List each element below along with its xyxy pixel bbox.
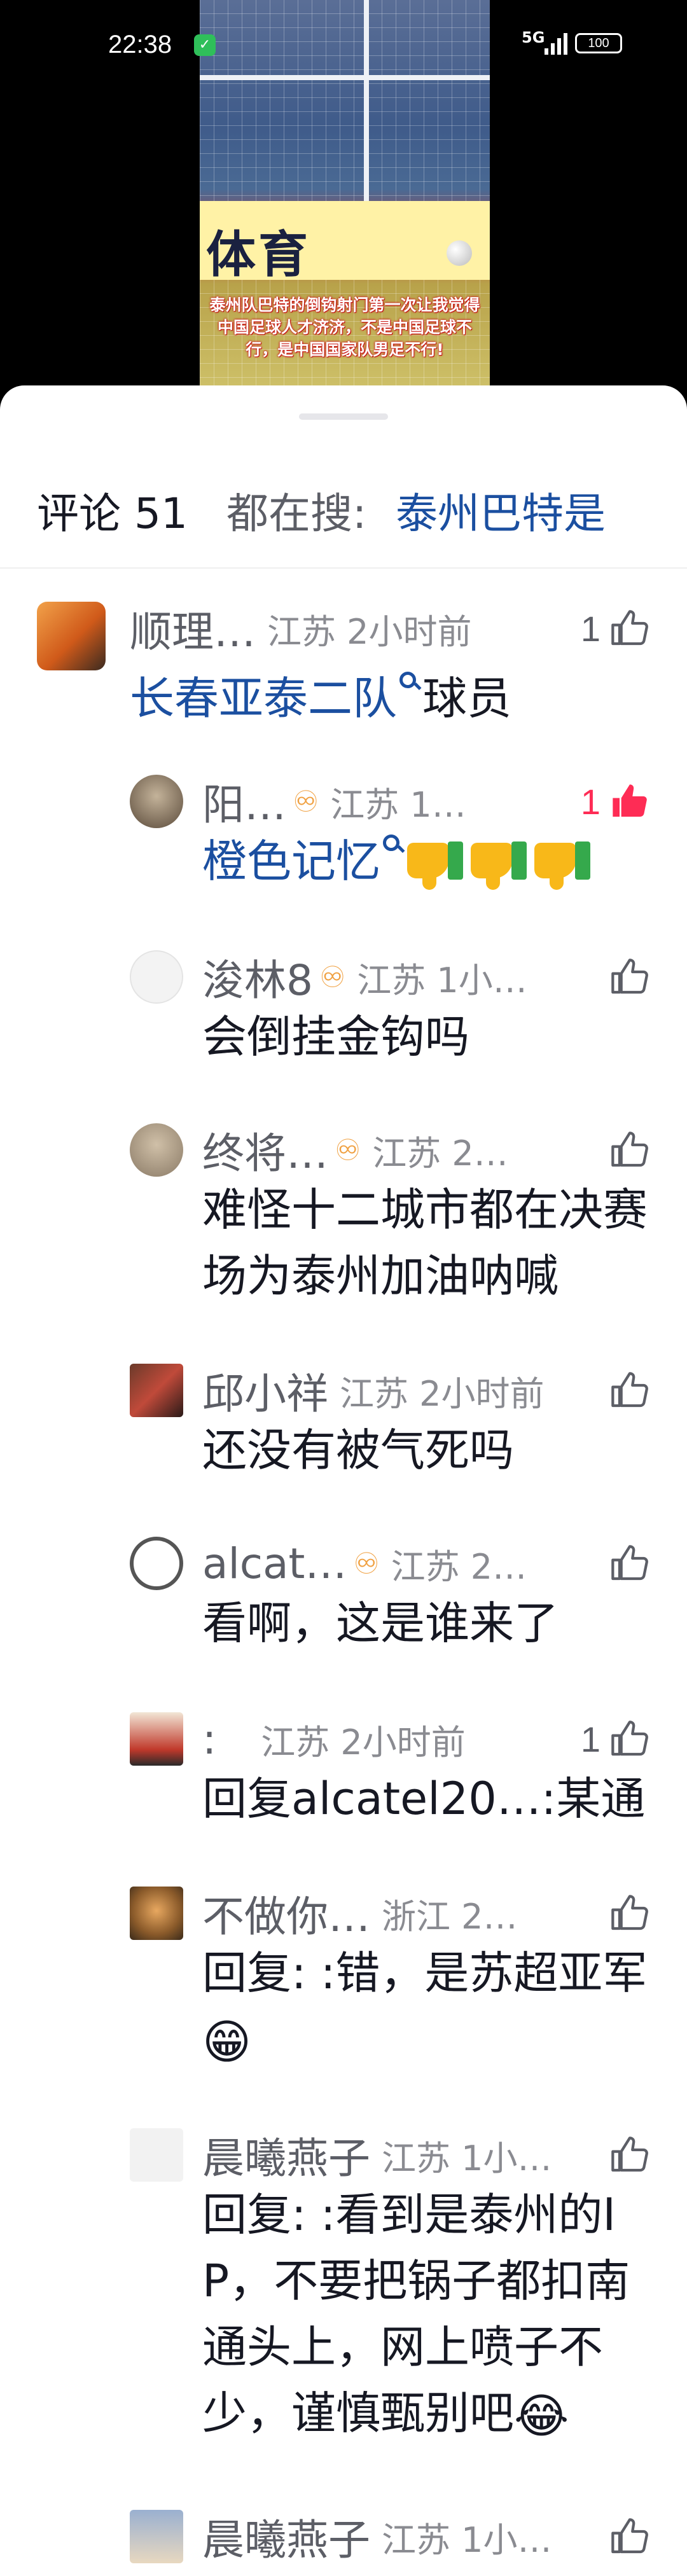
like-button[interactable]: 1: [581, 775, 650, 828]
comment-text: 会倒挂金钩吗: [202, 1011, 469, 1063]
avatar[interactable]: [130, 1537, 183, 1590]
like-count: 1: [580, 1719, 600, 1759]
comment-meta: 江苏 1小…: [382, 2138, 552, 2178]
avatar[interactable]: [130, 1364, 183, 1417]
signal-icon: [545, 33, 569, 55]
comment-username[interactable]: 终将…: [202, 1119, 328, 1181]
comment-search-link[interactable]: 橙色记忆: [202, 835, 380, 887]
avatar[interactable]: [130, 2128, 183, 2182]
comments-sheet: 评论 51 都在搜: 泰州巴特是 顺理… 江苏 2小时前 1 长春亚泰二队 球员 …: [0, 385, 687, 2576]
avatar[interactable]: [130, 775, 183, 828]
comment-text: 回复: :看到是泰州的IP，不要把锅子都扣南通头上，网上喷子不少，谨慎甄别吧😂: [202, 2189, 630, 2444]
comment-text: 橙色记忆: [202, 828, 597, 894]
thumbs-up-icon: [611, 610, 648, 646]
like-button[interactable]: [609, 1364, 650, 1417]
comment-username[interactable]: 阳…: [202, 771, 286, 832]
video-frame[interactable]: 体育 泰州队巴特的倒钩射门第一次让我觉得中国足球人才济济，不是中国足球不行，是中…: [200, 0, 490, 394]
comment-meta: 江苏 1…: [330, 784, 466, 825]
comment-username[interactable]: 晨曦燕子: [202, 2124, 370, 2185]
football: [447, 240, 472, 266]
comments-count-title: 评论 51: [37, 489, 188, 538]
divider: [0, 567, 687, 569]
comment-text: 看啊，这是谁来了: [202, 1597, 559, 1649]
comment-meta: 江苏 2小时前: [340, 1373, 545, 1414]
avatar[interactable]: [37, 602, 106, 670]
status-time: 22:38: [108, 31, 172, 59]
thumbs-up-icon: [611, 2136, 648, 2172]
fan-badge-icon: ♾: [319, 960, 346, 994]
fan-badge-icon: ♾: [353, 1546, 380, 1581]
comment-text: 难怪十二城市都在决赛场为泰州加油呐喊: [202, 1184, 648, 1302]
comment-meta: 江苏 1小…: [382, 2519, 552, 2560]
comment-username[interactable]: 浚林8: [202, 946, 313, 1008]
comment-username[interactable]: 顺理…: [130, 598, 256, 659]
comment-meta: 浙江 2…: [382, 1896, 518, 1937]
comment-username[interactable]: 不做你…: [202, 1883, 370, 1944]
search-suggestion-link[interactable]: 泰州巴特是: [396, 480, 606, 541]
comment-text: 还没有被气死吗: [202, 1424, 514, 1476]
like-button[interactable]: 1: [581, 1712, 650, 1766]
grin-emoji: 😁: [202, 2014, 252, 2070]
like-button[interactable]: [609, 1537, 650, 1590]
comment-username[interactable]: 邱小祥: [202, 1360, 328, 1421]
search-icon: [399, 672, 416, 688]
video-caption: 泰州队巴特的倒钩射门第一次让我觉得中国足球人才济济，不是中国足球不行，是中国国家…: [209, 296, 480, 359]
thumbs-down-emoji: [533, 840, 592, 890]
thumbs-down-emoji: [406, 840, 464, 890]
comment-meta: 江苏 2小时前: [261, 1722, 466, 1762]
search-suggestion-label: 都在搜:: [226, 489, 367, 538]
comment-username[interactable]: alcat…: [202, 1539, 347, 1588]
like-button[interactable]: [609, 2128, 650, 2182]
like-button[interactable]: [609, 1123, 650, 1177]
comment-username[interactable]: 晨曦燕子: [202, 2506, 370, 2567]
video-player[interactable]: 体育 泰州队巴特的倒钩射门第一次让我觉得中国足球人才济济，不是中国足球不行，是中…: [0, 0, 687, 407]
thumbs-up-icon: [611, 1895, 648, 1930]
thumbs-up-icon: [611, 1372, 648, 1408]
avatar[interactable]: [130, 1123, 183, 1177]
comment-text: 长春亚泰二队 球员: [130, 672, 511, 724]
comment-meta: 江苏 2…: [372, 1133, 508, 1174]
thumbs-up-icon: [611, 1545, 648, 1581]
fan-badge-icon: ♾: [293, 784, 319, 819]
thumbs-up-icon: [611, 1132, 648, 1167]
avatar[interactable]: [130, 1887, 183, 1940]
network-type: 5G: [522, 29, 545, 46]
comment-meta: 江苏 2…: [391, 1546, 527, 1587]
comment-username[interactable]: :: [202, 1715, 216, 1764]
comment-meta: 江苏 2小时前: [267, 611, 472, 652]
comment-text: 回复alcatel20…:某通: [202, 1773, 646, 1825]
thumbs-down-emoji: [469, 840, 528, 890]
avatar[interactable]: [130, 2510, 183, 2563]
battery-icon: 100: [575, 33, 622, 53]
like-button[interactable]: [609, 1887, 650, 1940]
avatar[interactable]: [130, 950, 183, 1004]
comment-search-link[interactable]: 长春亚泰二队: [130, 672, 397, 724]
like-button[interactable]: [609, 950, 650, 1004]
search-icon: [383, 834, 399, 851]
shield-icon: ✓: [194, 34, 216, 56]
goal-post: [364, 0, 369, 216]
thumbs-up-icon: [611, 2518, 648, 2554]
like-button[interactable]: [609, 2510, 650, 2563]
avatar[interactable]: [130, 1712, 183, 1766]
goal-crossbar: [200, 75, 490, 80]
comment-text: 回复: :错，是苏超亚军😁: [202, 1947, 648, 2070]
thumbs-up-icon: [613, 784, 647, 817]
like-count: 1: [580, 608, 600, 649]
like-button[interactable]: 1: [581, 602, 650, 655]
fan-badge-icon: ♾: [335, 1133, 361, 1167]
crying-laughing-emoji: 😂: [514, 2388, 569, 2444]
like-count: 1: [580, 781, 600, 822]
thumbs-up-icon: [611, 1721, 648, 1756]
comment-meta: 江苏 1小…: [357, 960, 527, 1001]
ad-board-text: 体育: [206, 226, 311, 284]
sheet-drag-handle[interactable]: [299, 413, 388, 420]
thumbs-up-icon: [611, 959, 648, 994]
